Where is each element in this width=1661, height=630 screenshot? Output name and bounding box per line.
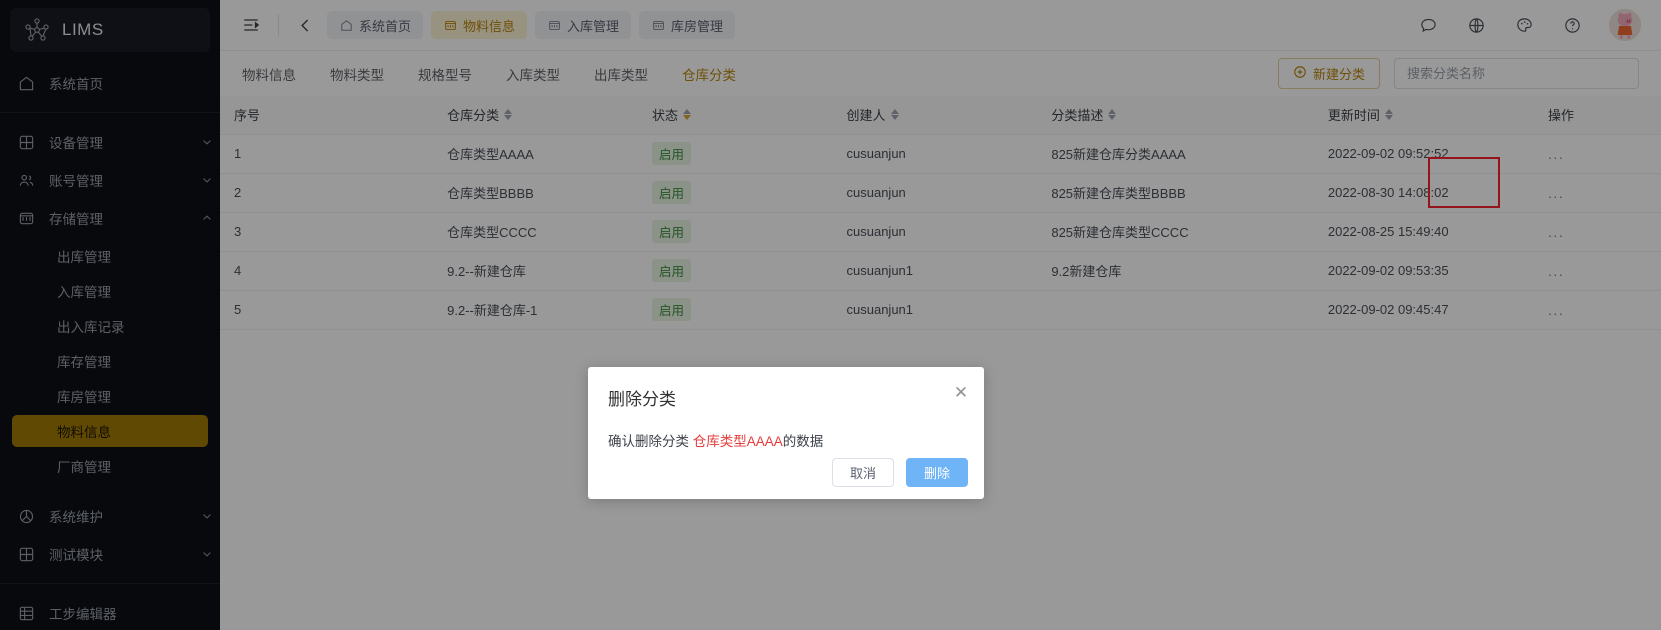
dialog-message-prefix: 确认删除分类 (608, 434, 693, 449)
modal-overlay[interactable] (0, 0, 1661, 630)
dialog-message-target: 仓库类型AAAA (692, 434, 783, 449)
dialog-title: 删除分类 (608, 390, 676, 409)
cancel-button[interactable]: 取消 (831, 458, 894, 487)
dialog-message: 确认删除分类 仓库类型AAAA的数据 (588, 410, 984, 450)
app-root: LIMS 系统首页 设备管理 账号管理 存储管理 出库管理 入库管理 出入库记录… (0, 0, 1661, 630)
delete-button[interactable]: 删除 (905, 458, 968, 487)
dialog-footer: 取消 删除 (831, 458, 968, 487)
close-icon[interactable]: ✕ (952, 383, 970, 401)
delete-category-dialog: 删除分类 ✕ 确认删除分类 仓库类型AAAA的数据 取消 删除 (588, 367, 984, 499)
dialog-message-suffix: 的数据 (782, 434, 824, 449)
